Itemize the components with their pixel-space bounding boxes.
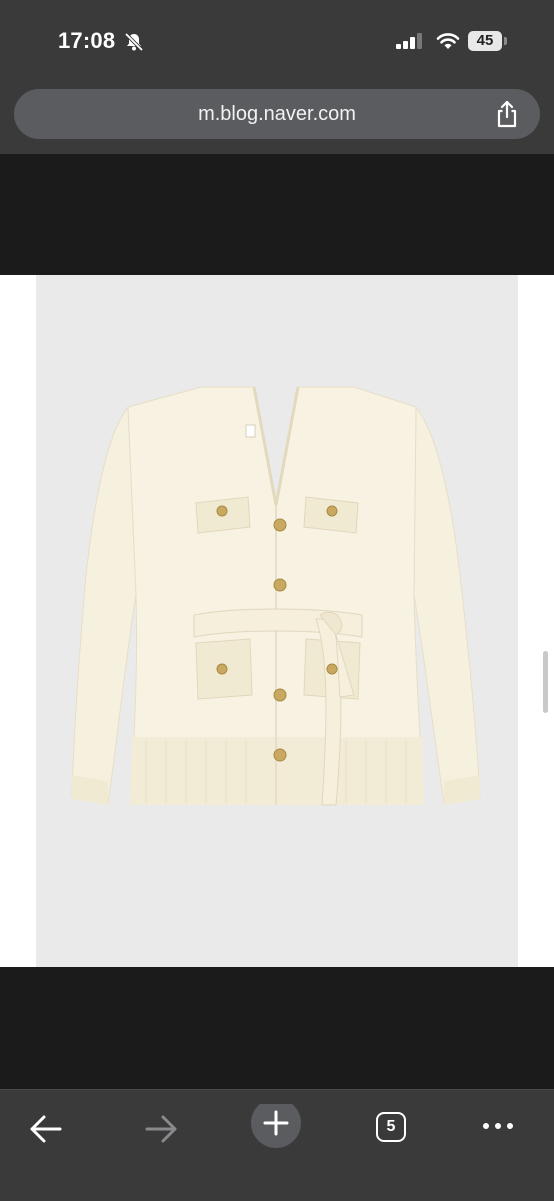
forward-button[interactable] [133, 1104, 189, 1154]
browser-toolbar: 5 [0, 1089, 554, 1201]
status-bar: 17:08 45 [0, 0, 554, 78]
more-dots-icon [483, 1123, 513, 1129]
battery-level: 45 [468, 31, 502, 51]
signal-icon [396, 33, 422, 49]
page-background-bottom [0, 967, 554, 1089]
tabs-icon: 5 [376, 1112, 406, 1142]
page-background-top [0, 154, 554, 275]
back-button[interactable] [18, 1104, 74, 1154]
scrollbar[interactable] [543, 651, 548, 713]
more-button[interactable] [470, 1104, 526, 1154]
url-text[interactable]: m.blog.naver.com [14, 89, 540, 139]
tabs-button[interactable]: 5 [364, 1104, 420, 1154]
new-tab-button[interactable] [248, 1098, 304, 1154]
battery-cap [504, 37, 507, 45]
share-icon[interactable] [494, 100, 520, 128]
battery-icon: 45 [468, 31, 508, 51]
plus-icon [251, 1098, 301, 1148]
cardigan-image [71, 386, 481, 806]
address-bar-area: m.blog.naver.com [0, 78, 554, 154]
blog-photo[interactable] [0, 275, 554, 967]
forward-arrow-icon [145, 1115, 177, 1143]
wifi-icon [436, 33, 460, 49]
address-bar[interactable]: m.blog.naver.com [14, 89, 540, 139]
back-arrow-icon [30, 1115, 62, 1143]
bell-slash-icon [124, 32, 144, 52]
status-time: 17:08 [58, 28, 116, 53]
